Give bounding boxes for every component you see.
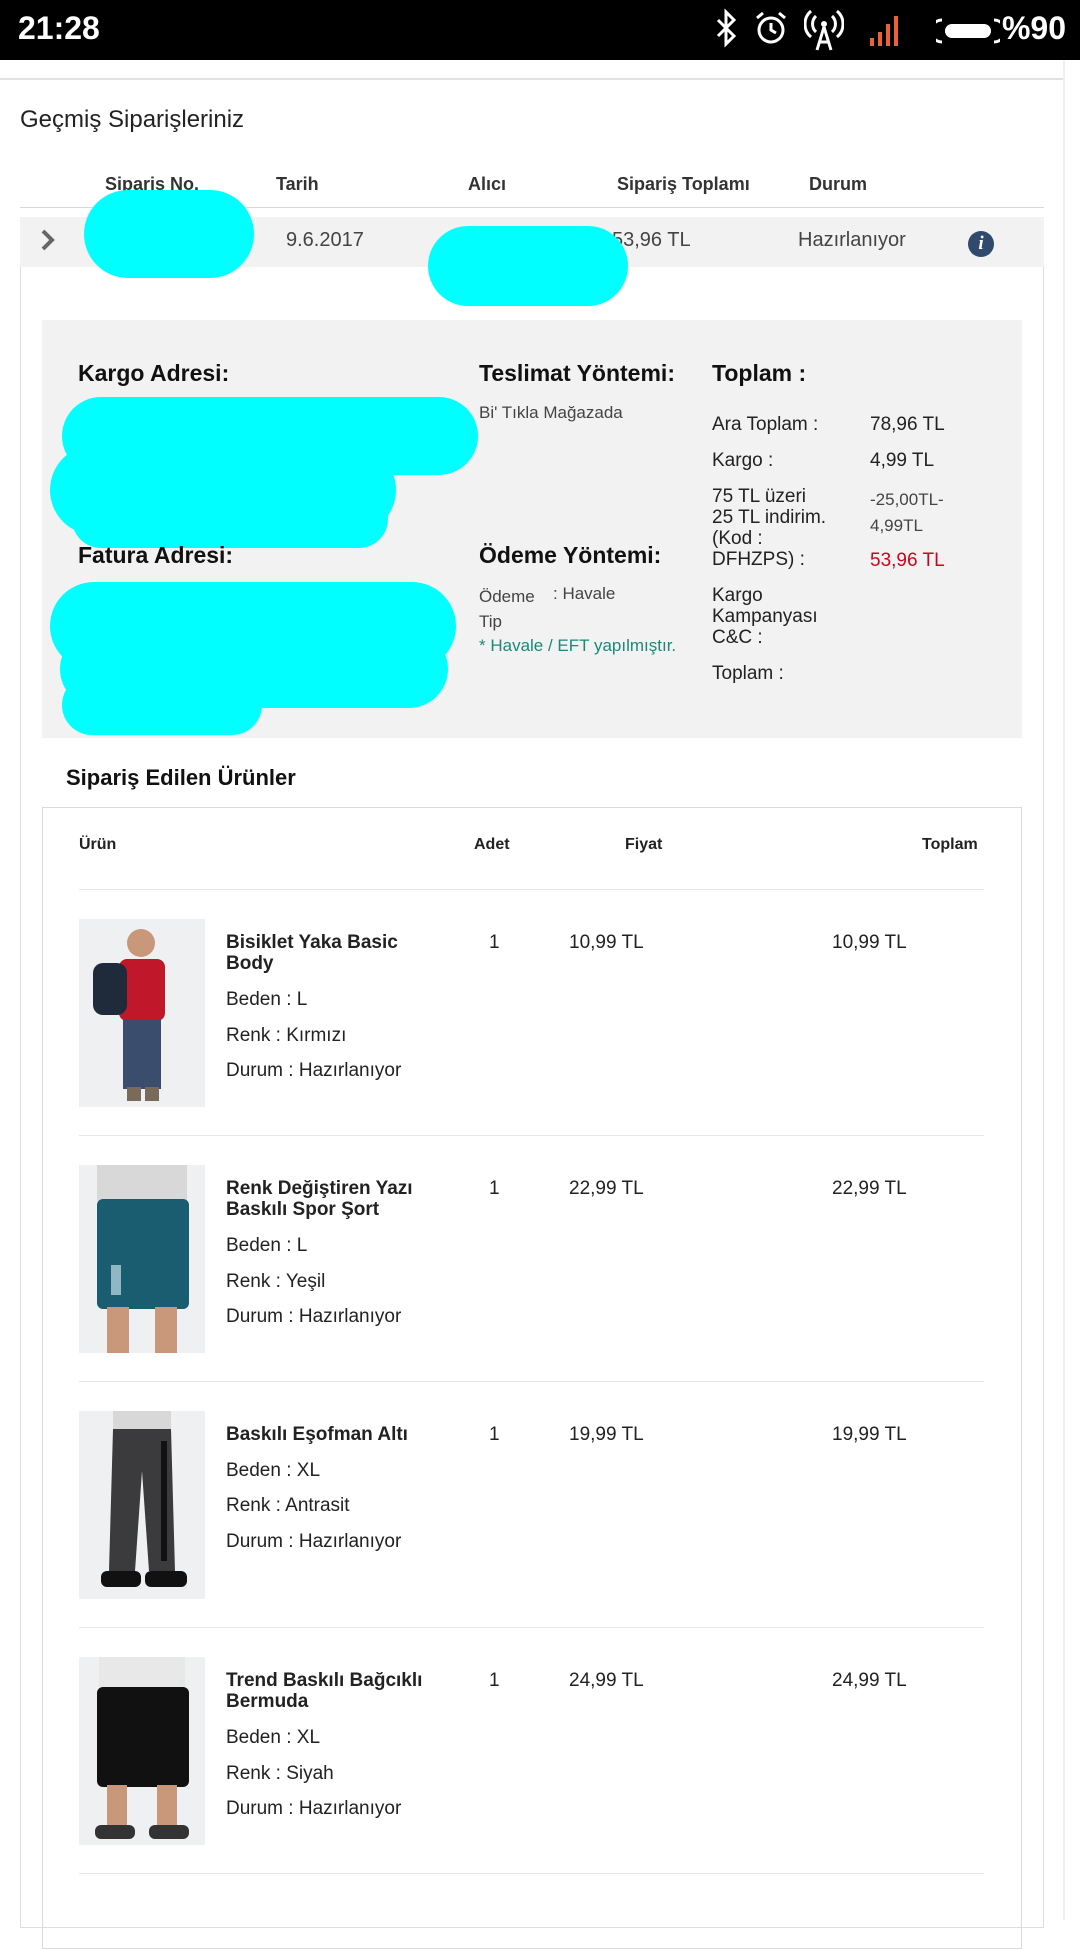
product-image[interactable] [79,1411,205,1599]
divider [79,1381,984,1382]
product-name[interactable]: Trend Baskılı Bağcıklı Bermuda [226,1670,426,1712]
product-total: 19,99 TL [832,1424,907,1445]
bluetooth-icon [712,8,742,59]
product-total: 10,99 TL [832,932,907,953]
divider [79,1135,984,1136]
product-color: Renk : Antrasit [226,1495,350,1516]
status-bar: 21:28 %90 [0,0,1080,60]
hotspot-icon [803,8,845,63]
product-state: Durum : Hazırlanıyor [226,1060,402,1081]
discount-value: -25,00TL-4,99TL [870,490,944,535]
cargo-campaign-label: Kargo Kampanyası C&C : [712,585,818,648]
battery-icon [929,18,1007,44]
shipping-value: 4,99 TL [870,450,935,471]
product-color: Renk : Yeşil [226,1271,326,1292]
payment-note: * Havale / EFT yapılmıştır. [479,636,677,655]
product-size: Beden : L [226,1235,308,1256]
battery-percent: %90 [1001,10,1066,46]
divider [79,1627,984,1628]
product-quantity: 1 [489,1424,500,1445]
product-image[interactable] [79,1165,205,1353]
product-size: Beden : XL [226,1460,321,1481]
payment-method-label: Ödeme Yöntemi: [479,542,662,568]
chevron-right-icon[interactable] [40,228,56,259]
column-header-order-total: Sipariş Toplamı [617,174,750,194]
subtotal-value: 78,96 TL [870,414,945,435]
subtotal-label: Ara Toplam : [712,414,819,435]
product-state: Durum : Hazırlanıyor [226,1798,402,1819]
product-state: Durum : Hazırlanıyor [226,1531,402,1552]
product-quantity: 1 [489,1178,500,1199]
order-date: 9.6.2017 [286,229,364,251]
product-size: Beden : L [226,989,308,1010]
divider [79,889,984,890]
grand-total-value: 53,96 TL [870,550,945,571]
discount-label: 75 TL üzeri 25 TL indirim.(Kod : DFHZPS)… [712,486,827,570]
product-quantity: 1 [489,1670,500,1691]
page-title: Geçmiş Siparişleriniz [20,106,245,133]
column-header-price: Fiyat [625,836,663,853]
shipping-label: Kargo : [712,450,774,471]
divider [1063,60,1065,1920]
column-header-status: Durum [809,174,867,194]
divider [0,78,1064,80]
info-icon[interactable]: i [968,231,994,257]
redaction-mark [62,675,262,735]
redaction-mark [72,490,388,548]
product-name[interactable]: Baskılı Eşofman Altı [226,1424,426,1445]
product-size: Beden : XL [226,1727,321,1748]
alarm-icon [752,8,790,59]
product-state: Durum : Hazırlanıyor [226,1306,402,1327]
product-price: 24,99 TL [569,1670,644,1691]
product-price: 19,99 TL [569,1424,644,1445]
delivery-method-label: Teslimat Yöntemi: [479,360,675,386]
product-image[interactable] [79,1657,205,1845]
product-quantity: 1 [489,932,500,953]
product-total: 22,99 TL [832,1178,907,1199]
cargo-address-label: Kargo Adresi: [78,360,230,386]
product-price: 10,99 TL [569,932,644,953]
payment-type-label: Ödeme Tip [479,587,535,631]
redaction-mark [84,190,254,278]
product-color: Renk : Kırmızı [226,1025,347,1046]
product-image[interactable] [79,919,205,1107]
column-header-date: Tarih [276,174,319,194]
product-name[interactable]: Renk Değiştiren Yazı Baskılı Spor Şort [226,1178,426,1220]
product-name[interactable]: Bisiklet Yaka Basic Body [226,932,426,974]
products-title: Sipariş Edilen Ürünler [66,765,296,790]
order-status: Hazırlanıyor [798,229,906,251]
column-header-recipient: Alıcı [468,174,507,194]
product-price: 22,99 TL [569,1178,644,1199]
total-label: Toplam : [712,360,807,386]
column-header-product: Ürün [79,836,117,853]
status-time: 21:28 [18,10,100,46]
column-header-quantity: Adet [474,836,510,853]
delivery-method-value: Bi' Tıkla Mağazada [479,403,623,422]
divider [79,1873,984,1874]
final-total-label: Toplam : [712,663,784,684]
payment-type-value: : Havale [553,584,616,603]
product-total: 24,99 TL [832,1670,907,1691]
signal-icon [868,8,904,59]
product-color: Renk : Siyah [226,1763,334,1784]
invoice-address-label: Fatura Adresi: [78,542,234,568]
column-header-total: Toplam [922,836,978,853]
